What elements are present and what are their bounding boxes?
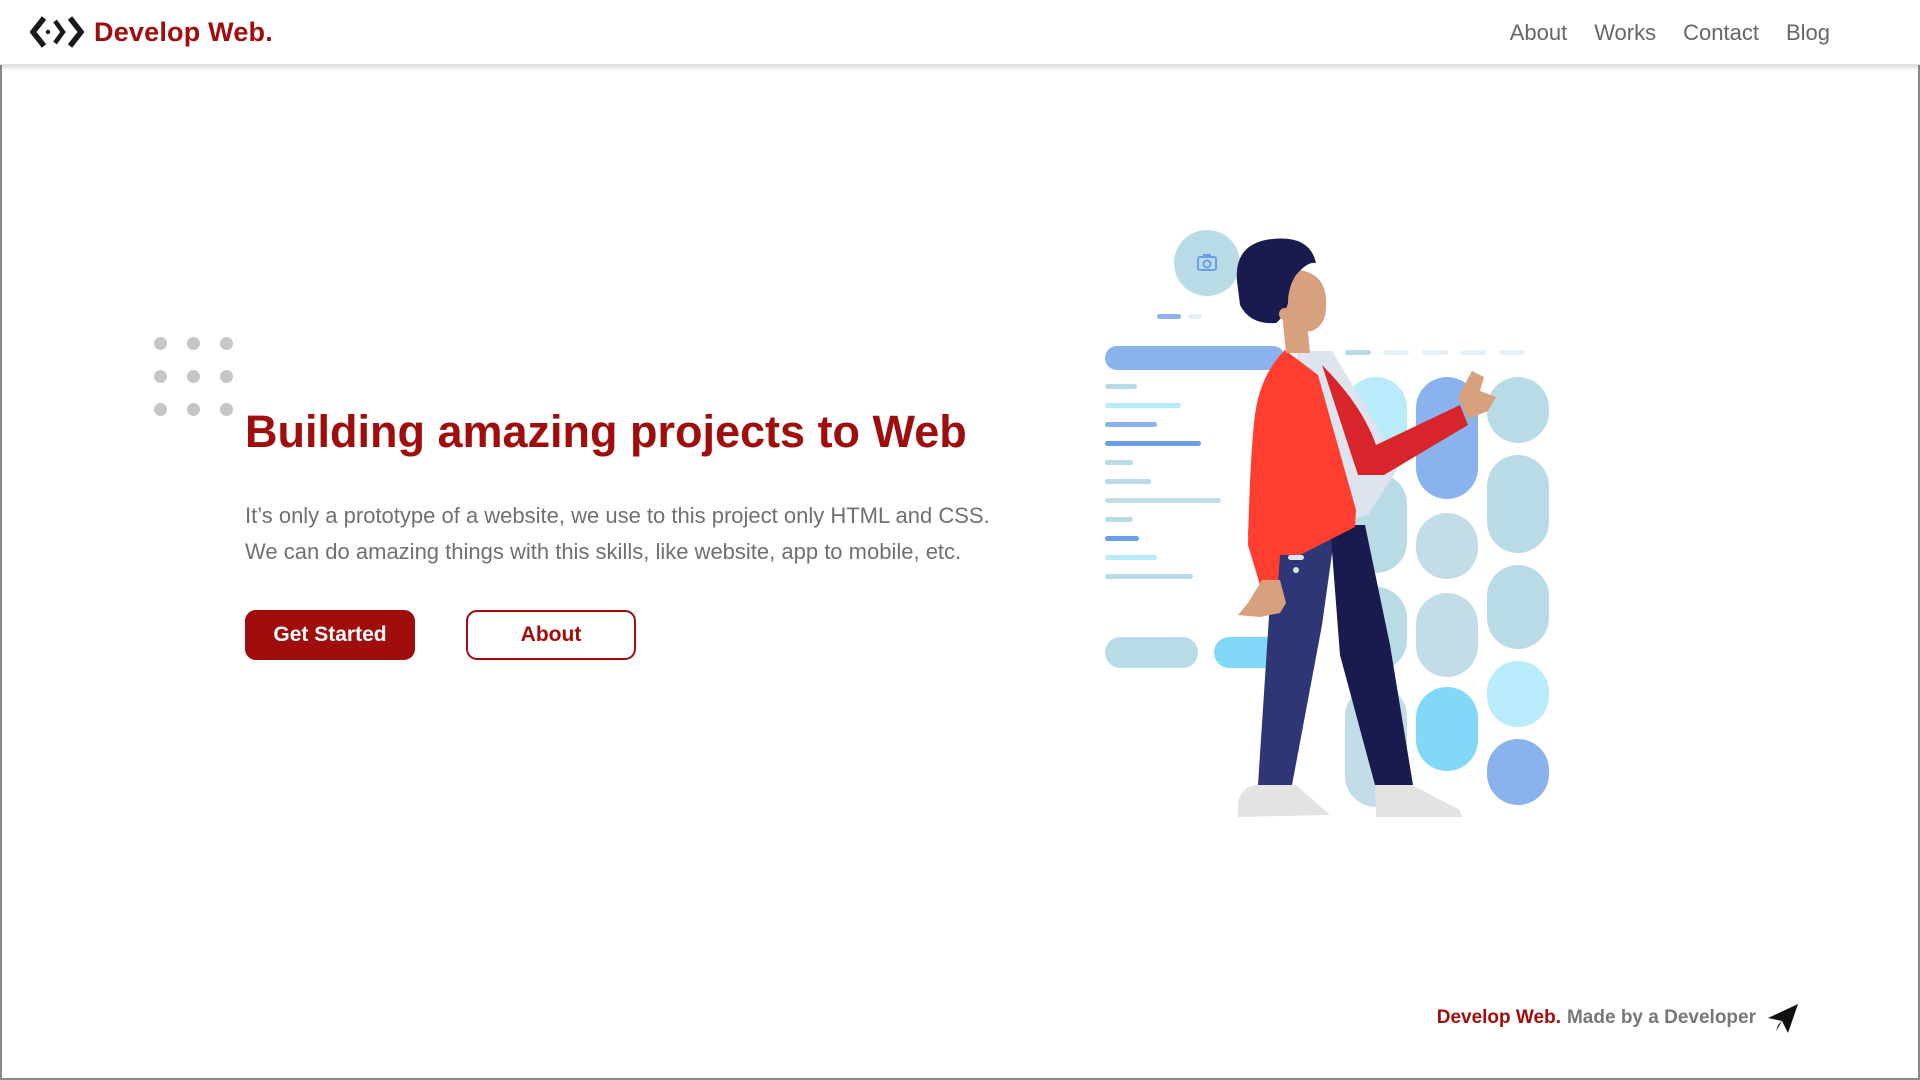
site-footer: Develop Web. Made by a Developer — [1437, 1001, 1800, 1035]
decorative-dot — [154, 337, 167, 350]
decorative-dot — [220, 403, 233, 416]
hero-description: It’s only a prototype of a website, we u… — [245, 498, 1025, 570]
nav-link-blog[interactable]: Blog — [1786, 20, 1830, 46]
nav-link-works[interactable]: Works — [1594, 20, 1656, 46]
code-brackets-icon — [30, 16, 84, 48]
hero-description-line-2: We can do amazing things with this skill… — [245, 539, 962, 564]
decorative-dot — [220, 370, 233, 383]
decorative-dot — [154, 403, 167, 416]
decorative-dot — [220, 337, 233, 350]
nav-link-about[interactable]: About — [1510, 20, 1568, 46]
hero-description-line-1: It’s only a prototype of a website, we u… — [245, 503, 990, 528]
site-header: Develop Web. About Works Contact Blog — [0, 0, 1920, 65]
paper-plane-icon[interactable] — [1766, 1001, 1800, 1035]
get-started-button[interactable]: Get Started — [245, 610, 415, 660]
footer-credit: Made by a Developer — [1566, 1007, 1756, 1028]
main-nav: About Works Contact Blog — [1510, 20, 1830, 46]
developer-illustration — [1105, 230, 1549, 817]
decorative-dot — [187, 403, 200, 416]
decorative-dot-grid — [154, 337, 234, 417]
about-button[interactable]: About — [466, 610, 636, 660]
hero-title: Building amazing projects to Web — [245, 406, 967, 457]
decorative-dot — [154, 370, 167, 383]
brand-logo[interactable]: Develop Web. — [30, 14, 273, 50]
footer-brand: Develop Web. — [1436, 1007, 1561, 1028]
decorative-dot — [187, 370, 200, 383]
decorative-dot — [187, 337, 200, 350]
brand-name: Develop Web. — [94, 16, 273, 47]
nav-link-contact[interactable]: Contact — [1683, 20, 1759, 46]
